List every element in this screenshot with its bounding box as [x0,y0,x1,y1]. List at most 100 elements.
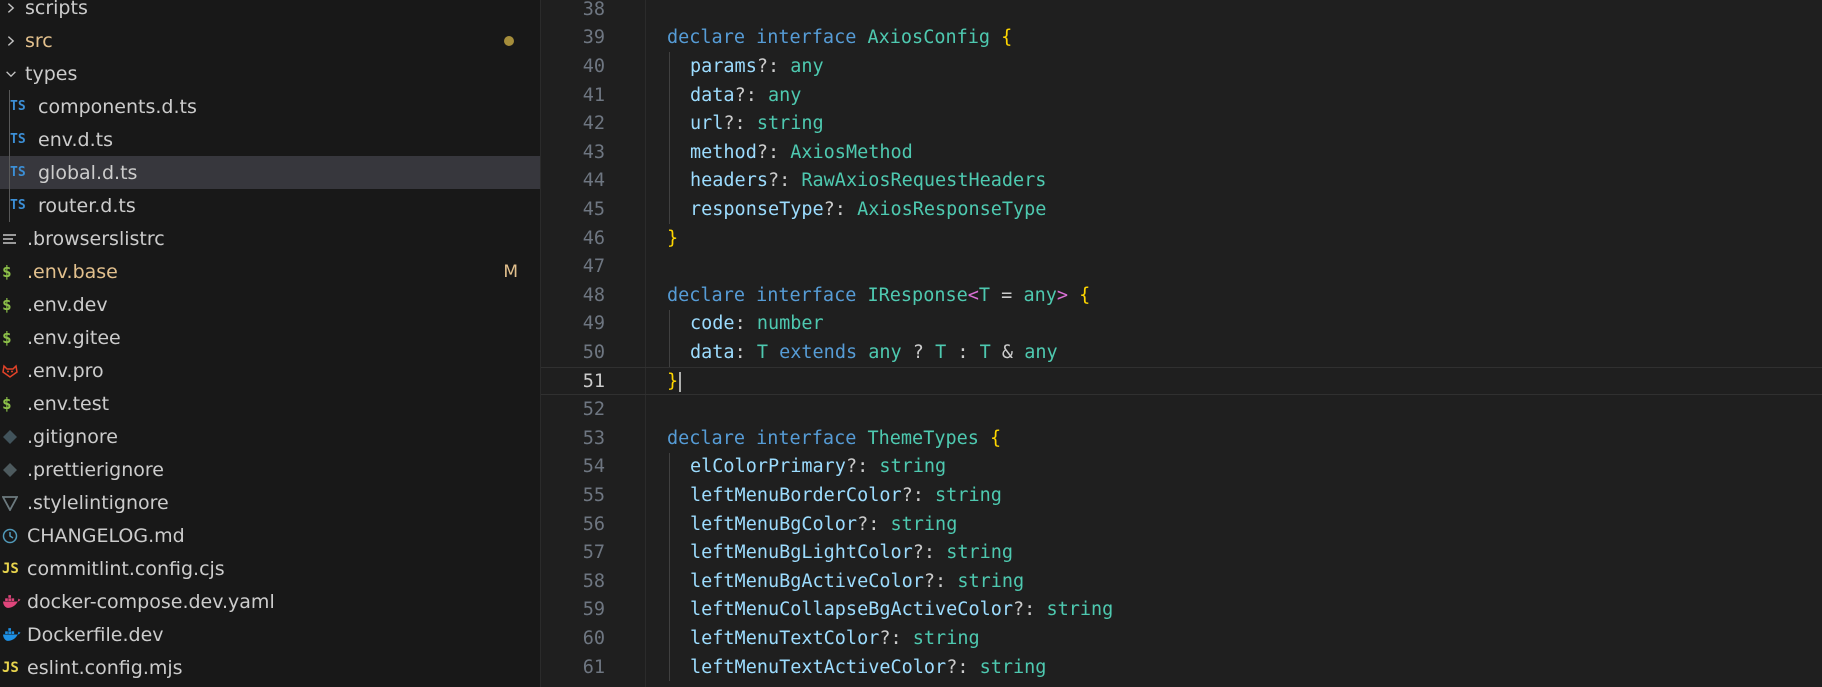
code-line[interactable]: 42 url?: string [541,109,1822,138]
code-token: { [1079,284,1091,306]
explorer-item[interactable]: $ .env.gitee [0,321,540,354]
code-line[interactable]: 54 elColorPrimary?: string [541,452,1822,482]
indent-guide [669,567,670,596]
code-editor[interactable]: 38 39 declare interface AxiosConfig { 40 par… [541,0,1822,687]
code-line[interactable]: 59 leftMenuCollapseBgActiveColor?: string [541,595,1822,625]
code-text: url?: string [690,113,824,134]
line-number: 39 [582,27,605,49]
code-token: ?: [756,55,791,77]
explorer-item-label: .env.gitee [27,326,121,349]
explorer-item[interactable]: src [0,24,540,57]
code-text: declare interface AxiosConfig { [667,27,1012,48]
code-token: code [690,313,735,335]
explorer-item[interactable]: TS global.d.ts [0,156,540,189]
explorer-item[interactable]: $ .env.test [0,387,540,420]
code-line[interactable]: 43 method?: AxiosMethod [541,138,1822,167]
gitlab-fox-icon [2,363,26,379]
explorer-item[interactable]: TS env.d.ts [0,123,540,156]
chevron-right-icon [2,0,20,24]
explorer-item[interactable]: TS router.d.ts [0,189,540,222]
explorer-item[interactable]: scripts [0,0,540,24]
chevron-down-icon [2,57,20,90]
line-number: 42 [582,113,605,135]
explorer-item[interactable]: .stylelintignore [0,486,540,519]
line-number: 47 [582,256,605,278]
code-text: leftMenuBgActiveColor?: string [690,571,1024,592]
code-line[interactable]: 56 leftMenuBgColor?: string [541,509,1822,539]
explorer-item[interactable]: TS components.d.ts [0,90,540,123]
ts-file-icon: TS [10,165,26,180]
explorer-item-label: .prettierignore [27,458,164,481]
git-diamond-icon [2,429,26,445]
code-text: params?: any [690,56,824,77]
explorer-item-label: router.d.ts [38,194,136,217]
code-text: } [667,228,678,249]
explorer-item[interactable]: JS commitlint.config.cjs [0,552,540,585]
code-token: T [935,341,958,363]
code-token: T [978,284,1002,306]
code-line[interactable]: 46} [541,224,1822,253]
indent-guide [669,624,670,653]
code-token: method [690,141,757,163]
line-number: 41 [582,84,605,106]
code-line[interactable]: 45 responseType?: AxiosResponseType [541,195,1822,224]
explorer-item[interactable]: .prettierignore [0,453,540,486]
code-token: ?: [946,656,980,678]
code-token: ?: [767,170,802,192]
code-token: string [890,513,958,535]
code-token: any [1023,284,1057,306]
code-line[interactable]: 51} [541,366,1822,396]
code-token: interface [756,284,868,306]
code-token: declare [667,27,757,49]
explorer-item[interactable]: types [0,57,540,90]
code-line[interactable]: 41 data?: any [541,80,1822,110]
code-token: > [1056,284,1069,306]
code-line[interactable]: 40 params?: any [541,52,1822,81]
line-number: 55 [582,484,605,506]
code-line[interactable]: 48 declare interface IResponse<T = any> { [541,281,1822,310]
explorer-item[interactable]: .env.pro [0,354,540,387]
line-number: 46 [582,227,605,249]
code-text: leftMenuBorderColor?: string [690,485,1002,506]
code-line[interactable]: 60 leftMenuTextColor?: string [541,624,1822,653]
explorer-item[interactable]: $ .env.dev [0,288,540,321]
line-number: 60 [582,627,605,649]
code-line[interactable]: 61 leftMenuTextActiveColor?: string [541,652,1822,682]
env-file-icon: $ [2,262,12,281]
explorer-item[interactable]: docker-compose.dev.yaml [0,585,540,618]
code-line[interactable]: 47 [541,252,1822,281]
code-token: leftMenuBorderColor [690,484,902,506]
code-text: headers?: RawAxiosRequestHeaders [690,170,1046,191]
explorer-item[interactable]: JS eslint.config.mjs [0,651,540,684]
code-line[interactable]: 44 headers?: RawAxiosRequestHeaders [541,166,1822,196]
explorer-item-label: Dockerfile.dev [27,623,164,646]
explorer-item[interactable]: .browserslistrc [0,222,540,255]
indent-guide [669,109,670,138]
file-explorer: scripts src types TS components.d.ts TS env.d.… [0,0,541,687]
explorer-item-label: .env.dev [27,293,108,316]
line-number: 49 [582,313,605,335]
explorer-item[interactable]: Dockerfile.dev [0,618,540,651]
code-line[interactable]: 49 code: number [541,309,1822,339]
code-token: url [690,113,724,135]
explorer-item[interactable]: CHANGELOG.md [0,519,540,552]
code-line[interactable]: 57 leftMenuBgLightColor?: string [541,538,1822,567]
explorer-item[interactable]: .gitignore [0,420,540,453]
code-line[interactable]: 55 leftMenuBorderColor?: string [541,481,1822,510]
docker-pink-icon [2,594,26,609]
code-line[interactable]: 53 declare interface ThemeTypes { [541,424,1822,453]
explorer-item[interactable]: $ .env.base M [0,255,540,288]
explorer-item-label: CHANGELOG.md [27,524,185,547]
code-token: & [1001,341,1025,363]
code-line[interactable]: 58 leftMenuBgActiveColor?: string [541,567,1822,596]
indent-guide [669,195,670,224]
code-line[interactable]: 38 [541,0,1822,24]
code-line[interactable]: 52 [541,395,1822,424]
code-token: : [734,313,757,335]
explorer-item-label: global.d.ts [38,161,138,184]
code-line[interactable]: 50 data: T extends any ? T : T & any [541,338,1822,367]
code-text: declare interface ThemeTypes { [667,428,1001,449]
code-text: data?: any [690,85,801,106]
line-number: 38 [582,0,605,20]
code-line[interactable]: 39 declare interface AxiosConfig { [541,24,1822,53]
